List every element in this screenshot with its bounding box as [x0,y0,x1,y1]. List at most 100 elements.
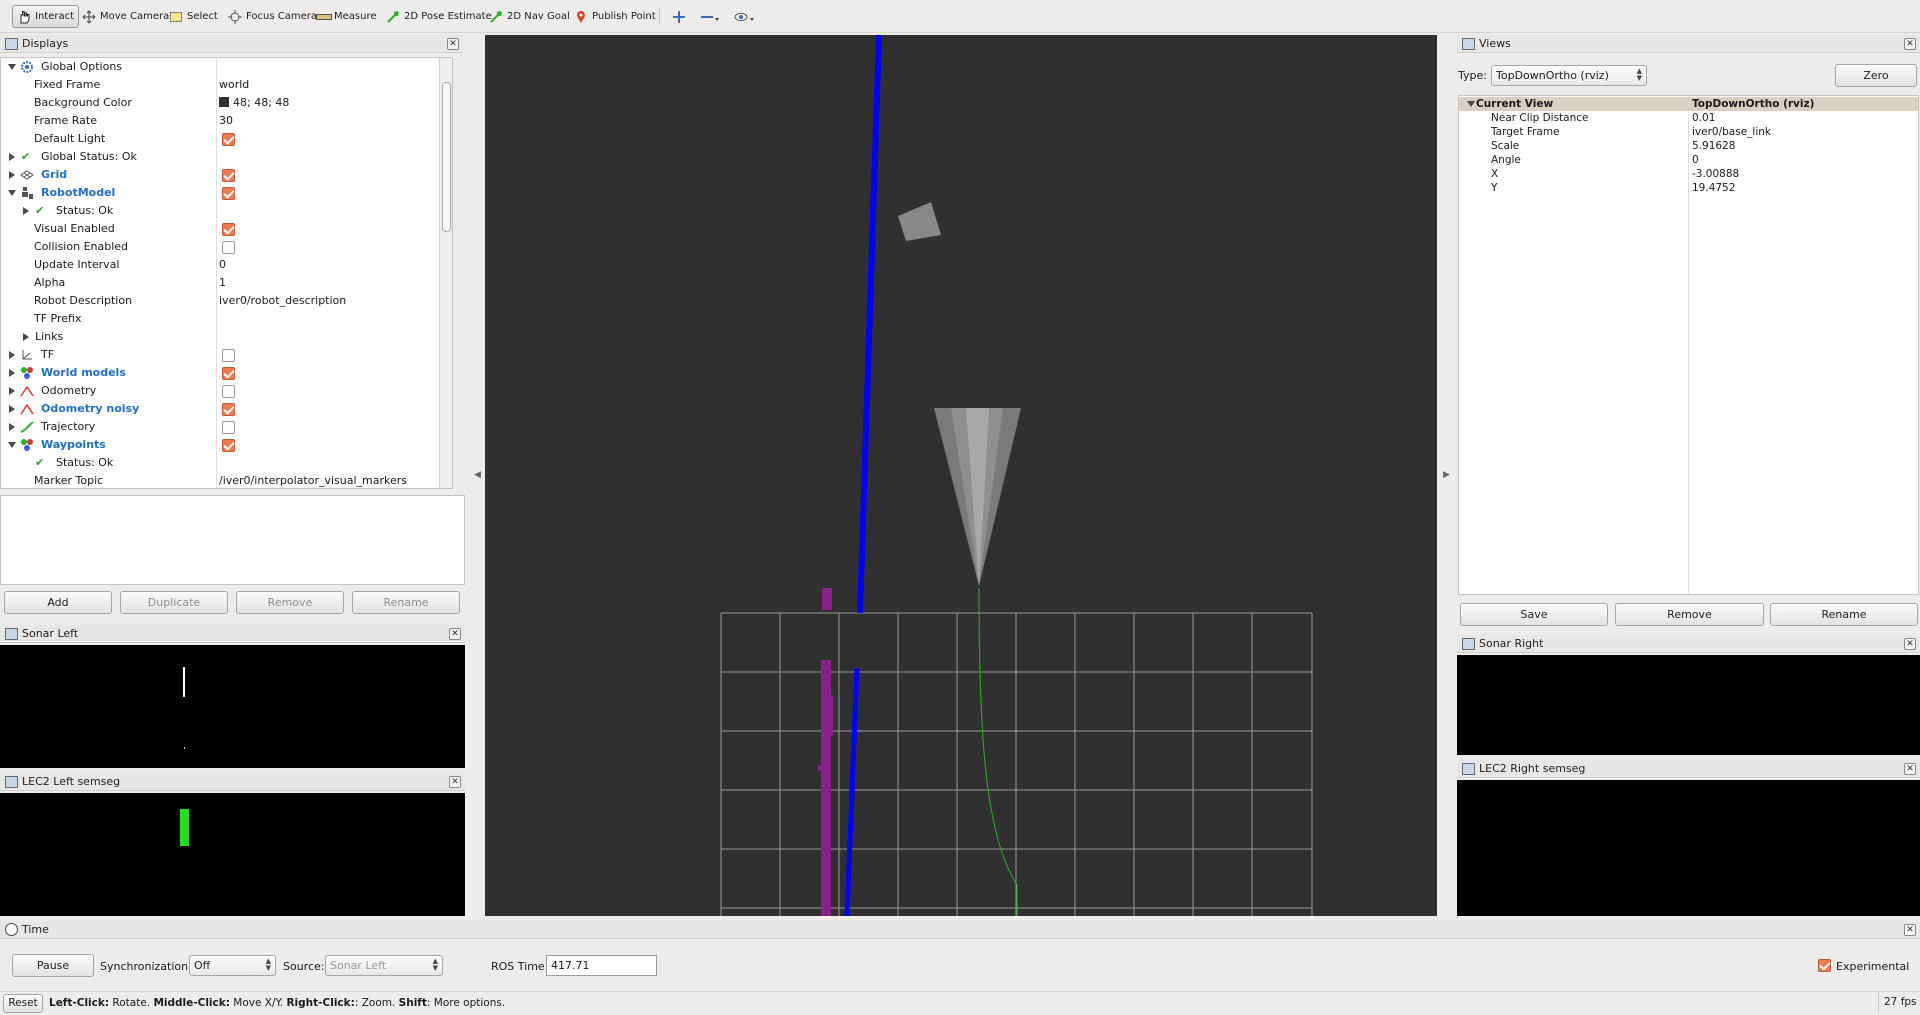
tree-row-global-options[interactable]: Global Options [1,58,452,76]
tree-row-update-interval[interactable]: Update Interval 0 [1,256,452,274]
tree-row-default-light[interactable]: Default Light [1,130,452,148]
collision-enabled-checkbox[interactable] [222,241,235,254]
chevron-right-icon[interactable] [9,423,15,431]
close-icon[interactable]: ✕ [1904,38,1916,50]
visibility-tool-button[interactable] [730,5,756,28]
status-bar: Reset Left-Click: Rotate. Middle-Click: … [0,991,1920,1015]
tree-row-grid[interactable]: Grid [1,166,452,184]
tree-row-waypoints-status[interactable]: ✔ Status: Ok [1,454,452,472]
measure-tool[interactable]: Measure [312,5,381,28]
duplicate-display-button[interactable]: Duplicate [120,591,228,614]
view-type-label: Type: [1458,69,1487,82]
tree-row-world-models[interactable]: World models [1,364,452,382]
tree-row-visual-enabled[interactable]: Visual Enabled [1,220,452,238]
displays-tree: Global Options Fixed Frame world Backgro… [0,57,453,489]
close-icon[interactable]: ✕ [1904,924,1916,936]
view-prop-row[interactable]: Target Frame iver0/base_link [1459,125,1918,139]
3d-viewport[interactable] [485,35,1437,916]
chevron-right-icon[interactable] [9,153,15,161]
source-select[interactable]: Sonar Left ▲ ▼ [325,955,443,976]
nav-goal-tool[interactable]: 2D Nav Goal [485,5,574,28]
pose-estimate-tool[interactable]: 2D Pose Estimate [382,5,496,28]
tree-row-links[interactable]: Links [1,328,452,346]
rename-display-button[interactable]: Rename [352,591,460,614]
chevron-down-icon[interactable] [8,64,16,70]
view-prop-row[interactable]: Near Clip Distance 0.01 [1459,111,1918,125]
tree-row-robot-description[interactable]: Robot Description iver0/robot_descriptio… [1,292,452,310]
tree-row-trajectory[interactable]: Trajectory [1,418,452,436]
grid-checkbox[interactable] [222,169,235,182]
focus-camera-tool[interactable]: Focus Camera [224,5,321,28]
view-type-select[interactable]: TopDownOrtho (rviz) ▲ ▼ [1491,65,1647,86]
tree-row-frame-rate[interactable]: Frame Rate 30 [1,112,452,130]
chevron-right-icon[interactable] [23,333,29,341]
close-icon[interactable]: ✕ [1904,638,1916,650]
robot-model-checkbox[interactable] [222,187,235,200]
collapse-right-icon[interactable]: ▶ [1443,470,1450,480]
chevron-down-icon[interactable] [8,190,16,196]
add-display-button[interactable]: Add [4,591,112,614]
move-camera-tool[interactable]: Move Camera [78,5,173,28]
tree-row-odometry[interactable]: Odometry [1,382,452,400]
odometry-noisy-checkbox[interactable] [222,403,235,416]
trajectory-checkbox[interactable] [222,421,235,434]
chevron-right-icon[interactable] [9,387,15,395]
ros-time-field[interactable]: 417.71 [546,955,657,976]
views-property-tree: Current View TopDownOrtho (rviz) Near Cl… [1458,95,1919,595]
current-view-row[interactable]: Current View TopDownOrtho (rviz) [1459,97,1918,111]
chevron-right-icon[interactable] [9,405,15,413]
tree-row-robot-status[interactable]: ✔ Status: Ok [1,202,452,220]
tree-row-odometry-noisy[interactable]: Odometry noisy [1,400,452,418]
view-prop-row[interactable]: Scale 5.91628 [1459,139,1918,153]
experimental-checkbox[interactable] [1818,959,1831,972]
view-prop-row[interactable]: Angle 0 [1459,153,1918,167]
select-box-icon [169,10,183,24]
close-icon[interactable]: ✕ [1904,763,1916,775]
world-models-checkbox[interactable] [222,367,235,380]
select-tool[interactable]: Select [165,5,222,28]
tree-row-collision-enabled[interactable]: Collision Enabled [1,238,452,256]
tree-row-marker-topic[interactable]: Marker Topic /iver0/interpolator_visual_… [1,472,452,488]
visual-enabled-checkbox[interactable] [222,223,235,236]
remove-view-button[interactable]: Remove [1615,603,1764,626]
chevron-right-icon[interactable] [9,351,15,359]
tree-row-robot-model[interactable]: RobotModel [1,184,452,202]
sync-select[interactable]: Off ▲ ▼ [189,955,276,976]
rename-view-button[interactable]: Rename [1770,603,1918,626]
path-icon [20,420,34,434]
tree-row-waypoints[interactable]: Waypoints [1,436,452,454]
chevron-right-icon[interactable] [9,369,15,377]
interact-tool[interactable]: Interact [12,5,80,28]
save-view-button[interactable]: Save [1460,603,1608,626]
tree-row-tf[interactable]: TF [1,346,452,364]
collapse-left-icon[interactable]: ◀ [474,470,481,480]
zero-button[interactable]: Zero [1835,64,1917,87]
remove-display-button[interactable]: Remove [236,591,344,614]
chevron-down-icon[interactable] [8,442,16,448]
tree-row-tf-prefix[interactable]: TF Prefix [1,310,452,328]
experimental-label: Experimental [1836,960,1910,973]
chevron-right-icon[interactable] [23,207,29,215]
tree-row-fixed-frame[interactable]: Fixed Frame world [1,76,452,94]
close-icon[interactable]: ✕ [449,628,461,640]
odometry-checkbox[interactable] [222,385,235,398]
chevron-down-icon[interactable] [1467,101,1475,107]
tree-row-background-color[interactable]: Background Color 48; 48; 48 [1,94,452,112]
tree-row-alpha[interactable]: Alpha 1 [1,274,452,292]
chevron-right-icon[interactable] [9,171,15,179]
pause-button[interactable]: Pause [12,954,94,977]
close-icon[interactable]: ✕ [447,38,459,50]
tree-row-global-status[interactable]: ✔ Global Status: Ok [1,148,452,166]
add-tool-button[interactable] [668,5,694,28]
view-prop-row[interactable]: Y 19.4752 [1459,181,1918,195]
tf-checkbox[interactable] [222,349,235,362]
waypoints-checkbox[interactable] [222,439,235,452]
reset-button[interactable]: Reset [3,994,43,1013]
view-prop-row[interactable]: X -3.00888 [1459,167,1918,181]
remove-tool-button[interactable] [696,5,722,28]
displays-scrollbar[interactable] [439,58,452,488]
publish-point-tool[interactable]: Publish Point [570,5,660,28]
default-light-checkbox[interactable] [222,133,235,146]
image-icon [1462,638,1475,650]
close-icon[interactable]: ✕ [449,776,461,788]
